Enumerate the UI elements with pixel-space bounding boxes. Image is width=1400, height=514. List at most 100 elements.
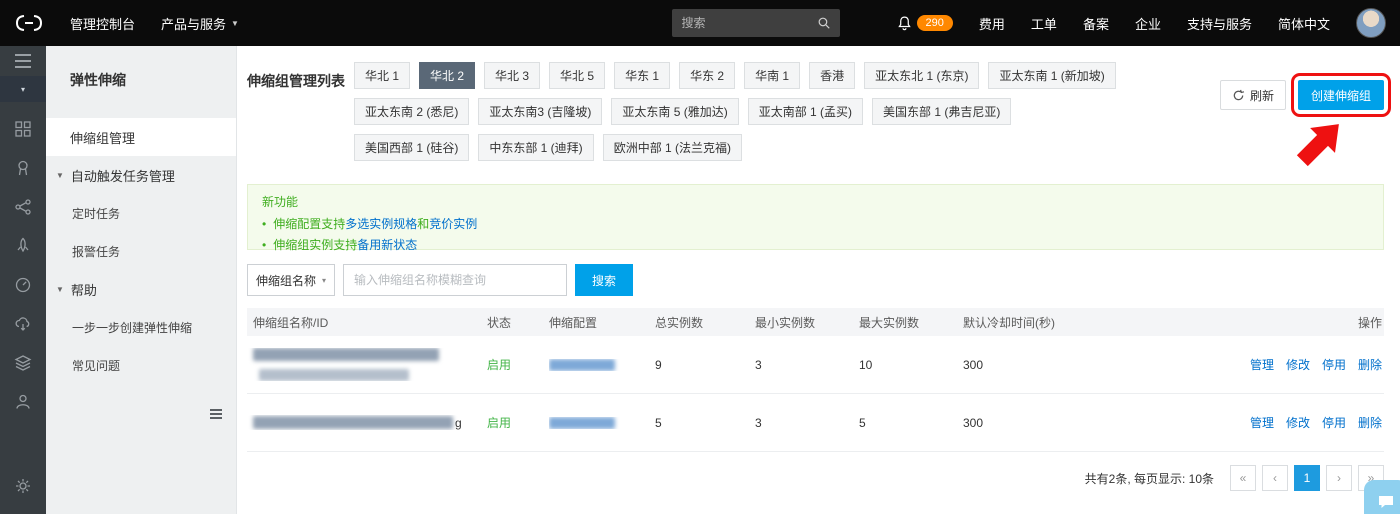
notice-text: 和	[417, 217, 430, 231]
topbar-item-billing[interactable]: 费用	[979, 14, 1005, 33]
header-name-id: 伸缩组名称/ID	[253, 315, 329, 330]
region-tab[interactable]: 华东 1	[614, 62, 671, 89]
bullet-icon: •	[262, 216, 267, 231]
appstore-icon[interactable]	[14, 120, 32, 138]
topbar-item-language[interactable]: 简体中文	[1278, 14, 1330, 33]
sidebar-item-scheduled-tasks[interactable]: 定时任务	[46, 194, 236, 232]
cell-min: 3	[755, 415, 762, 430]
disable-link[interactable]: 停用	[1322, 414, 1346, 431]
region-tab[interactable]: 华北 5	[549, 62, 606, 89]
cell-max: 10	[859, 357, 873, 372]
sidebar-item-label: 自动触发任务管理	[70, 168, 175, 184]
sidebar-item-step-by-step[interactable]: 一步一步创建弹性伸缩	[46, 308, 236, 346]
sidebar-item-scaling-groups[interactable]: 伸缩组管理	[46, 118, 236, 156]
manage-link[interactable]: 管理	[1250, 414, 1274, 431]
region-tab[interactable]: 亚太东南 5 (雅加达)	[611, 98, 739, 125]
security-badge-icon[interactable]	[14, 159, 32, 177]
topbar-search	[671, 9, 840, 37]
scaling-group-name-input[interactable]	[343, 264, 567, 296]
sidebar-item-help[interactable]: ▼ 帮助	[46, 270, 236, 308]
notice-title: 新功能	[262, 195, 299, 209]
delete-link[interactable]: 删除	[1358, 414, 1382, 431]
pagination-first-button[interactable]: «	[1230, 465, 1256, 491]
redacted-config-link[interactable]	[549, 358, 615, 371]
redacted-group-name	[253, 348, 439, 361]
cloud-download-icon[interactable]	[14, 315, 32, 333]
pagination-next-button[interactable]: ›	[1326, 465, 1352, 491]
region-tabs-row-1: 华北 1 华北 2 华北 3 华北 5 华东 1 华东 2 华南 1 香港 亚太…	[354, 62, 1116, 89]
multi-instance-type-link[interactable]: 多选实例规格	[345, 215, 417, 232]
manage-link[interactable]: 管理	[1250, 356, 1274, 373]
cell-name-id: g	[247, 415, 487, 430]
region-tab[interactable]: 中东东部 1 (迪拜)	[478, 134, 594, 161]
region-tab[interactable]: 亚太东南 2 (悉尼)	[354, 98, 470, 125]
region-tab[interactable]: 美国东部 1 (弗吉尼亚)	[872, 98, 1012, 125]
cell-config	[549, 358, 655, 371]
user-avatar[interactable]	[1356, 8, 1386, 38]
delete-link[interactable]: 删除	[1358, 356, 1382, 373]
cell-cooldown: 300	[963, 415, 984, 430]
region-tab[interactable]: 华北 3	[484, 62, 541, 89]
network-nodes-icon[interactable]	[14, 198, 32, 216]
spot-instance-link[interactable]: 竞价实例	[429, 215, 477, 232]
cell-status: 启用	[487, 414, 549, 431]
status-badge: 启用	[487, 358, 512, 372]
topbar-item-workorders[interactable]: 工单	[1031, 14, 1057, 33]
cell-min: 3	[755, 357, 762, 372]
region-tab[interactable]: 欧洲中部 1 (法兰克福)	[602, 134, 743, 161]
redacted-group-id	[259, 369, 409, 381]
disable-link[interactable]: 停用	[1322, 356, 1346, 373]
region-tab[interactable]: 亚太东南 1 (新加坡)	[988, 62, 1116, 89]
products-menu[interactable]: 产品与服务 ▼	[161, 14, 239, 33]
refresh-button[interactable]: 刷新	[1220, 80, 1286, 110]
topbar: 管理控制台 产品与服务 ▼ 290 费	[0, 0, 1400, 46]
pagination-page-1[interactable]: 1	[1294, 465, 1320, 491]
sidebar-item-label: 一步一步创建弹性伸缩	[72, 320, 193, 335]
sidebar-collapse-handle[interactable]	[206, 404, 226, 424]
layers-icon[interactable]	[14, 354, 32, 372]
region-tab[interactable]: 华南 1	[744, 62, 801, 89]
redacted-config-link[interactable]	[549, 416, 615, 429]
sidebar-item-label: 常见问题	[72, 358, 121, 373]
region-tab-active[interactable]: 华北 2	[419, 62, 476, 89]
header-max-instances: 最大实例数	[859, 315, 920, 330]
sidebar-item-auto-trigger-tasks[interactable]: ▼ 自动触发任务管理	[46, 156, 236, 194]
region-tab[interactable]: 美国西部 1 (硅谷)	[354, 134, 470, 161]
rocket-icon[interactable]	[14, 237, 32, 255]
sidebar-item-alarm-tasks[interactable]: 报警任务	[46, 232, 236, 270]
gauge-icon[interactable]	[14, 276, 32, 294]
topbar-item-enterprise[interactable]: 企业	[1135, 14, 1161, 33]
hamburger-menu-icon[interactable]	[0, 46, 46, 76]
search-input[interactable]	[671, 16, 808, 30]
region-tab[interactable]: 亚太东北 1 (东京)	[864, 62, 980, 89]
product-icon-rail: ▾	[0, 46, 46, 514]
console-home-link[interactable]: 管理控制台	[70, 14, 135, 33]
notification-badge[interactable]: 290	[916, 15, 953, 31]
rail-chevron-down-icon[interactable]: ▾	[0, 76, 46, 102]
standby-state-link[interactable]: 备用新状态	[357, 236, 417, 253]
chat-widget[interactable]	[1364, 480, 1400, 514]
notifications[interactable]: 290	[896, 15, 953, 32]
create-scaling-group-button[interactable]: 创建伸缩组	[1298, 80, 1384, 110]
region-tab[interactable]: 亚太东南3 (吉隆坡)	[478, 98, 603, 125]
cell-config	[549, 416, 655, 429]
sidebar-item-faq[interactable]: 常见问题	[46, 346, 236, 384]
alibaba-cloud-logo[interactable]	[14, 13, 44, 33]
search-icon[interactable]	[808, 9, 840, 37]
bell-icon	[897, 15, 911, 30]
modify-link[interactable]: 修改	[1286, 356, 1310, 373]
sidebar-item-label: 报警任务	[72, 244, 121, 259]
region-tab[interactable]: 华北 1	[354, 62, 411, 89]
table-search-button[interactable]: 搜索	[575, 264, 633, 296]
topbar-item-support[interactable]: 支持与服务	[1187, 14, 1252, 33]
filter-field-dropdown[interactable]: 伸缩组名称 ▾	[247, 264, 335, 296]
status-badge: 启用	[487, 416, 512, 430]
region-tab[interactable]: 香港	[809, 62, 856, 89]
user-center-icon[interactable]	[14, 393, 32, 411]
region-tab[interactable]: 华东 2	[679, 62, 736, 89]
modify-link[interactable]: 修改	[1286, 414, 1310, 431]
gear-icon[interactable]	[14, 477, 32, 500]
topbar-item-icp-filing[interactable]: 备案	[1083, 14, 1109, 33]
pagination-prev-button[interactable]: ‹	[1262, 465, 1288, 491]
region-tab[interactable]: 亚太南部 1 (孟买)	[747, 98, 864, 125]
